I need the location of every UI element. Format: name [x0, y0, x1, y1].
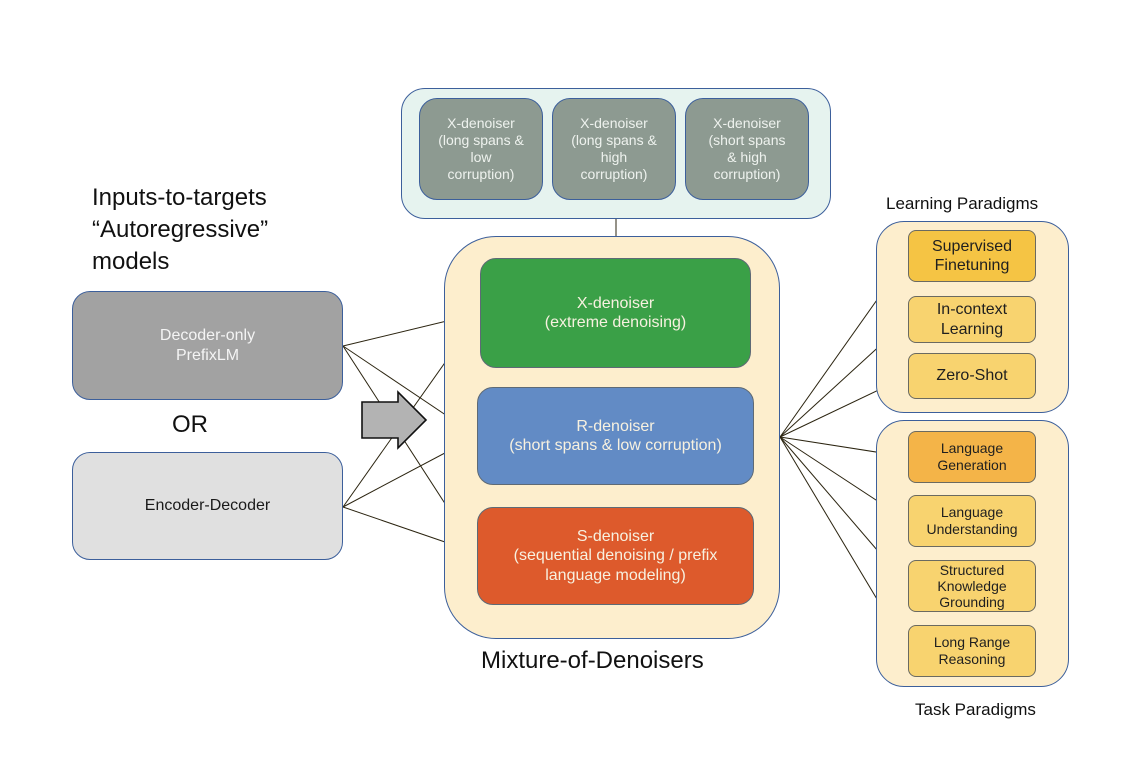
x-denoiser-long-low: X-denoiser (long spans & low corruption): [419, 98, 543, 200]
model-label: Encoder-Decoder: [144, 497, 271, 515]
block-arrow-icon: [361, 390, 428, 450]
paradigm-label: Structured Knowledge Grounding: [937, 561, 1007, 611]
mixture-title: Mixture-of-Denoisers: [481, 647, 704, 674]
zero-shot-box: Zero-Shot: [908, 353, 1036, 399]
long-range-reasoning-box: Long Range Reasoning: [908, 625, 1036, 677]
language-understanding-box: Language Understanding: [908, 495, 1036, 547]
paradigm-label: Zero-Shot: [936, 367, 1008, 385]
denoiser-label: R-denoiser (short spans & low corruption…: [509, 417, 722, 454]
structured-knowledge-grounding-box: Structured Knowledge Grounding: [908, 560, 1036, 612]
paradigm-label: In-context Learning: [936, 301, 1008, 338]
x-denoiser-long-high: X-denoiser (long spans & high corruption…: [552, 98, 676, 200]
x-denoiser-box: X-denoiser (extreme denoising): [480, 258, 751, 368]
denoiser-label: X-denoiser (extreme denoising): [544, 294, 687, 331]
encoder-decoder-box: Encoder-Decoder: [72, 452, 343, 560]
task-paradigms-title: Task Paradigms: [915, 700, 1036, 719]
paradigm-label: Supervised Finetuning: [931, 237, 1013, 274]
paradigm-label: Language Generation: [937, 440, 1007, 473]
x-denoiser-variant-label: X-denoiser (long spans & high corruption…: [571, 115, 657, 182]
s-denoiser-box: S-denoiser (sequential denoising / prefi…: [477, 507, 754, 605]
x-denoiser-variant-label: X-denoiser (long spans & low corruption): [438, 115, 524, 182]
denoiser-label: S-denoiser (sequential denoising / prefi…: [513, 528, 718, 584]
x-denoiser-short-high: X-denoiser (short spans & high corruptio…: [685, 98, 809, 200]
paradigm-label: Language Understanding: [926, 504, 1018, 537]
x-denoiser-variant-label: X-denoiser (short spans & high corruptio…: [708, 115, 786, 182]
decoder-only-prefixlm-box: Decoder-only PrefixLM: [72, 291, 343, 400]
supervised-finetuning-box: Supervised Finetuning: [908, 230, 1036, 282]
r-denoiser-box: R-denoiser (short spans & low corruption…: [477, 387, 754, 485]
or-label: OR: [172, 411, 208, 438]
models-heading: Inputs-to-targets “Autoregressive” model…: [92, 184, 269, 275]
language-generation-box: Language Generation: [908, 431, 1036, 483]
paradigm-label: Long Range Reasoning: [933, 634, 1011, 667]
learning-paradigms-title: Learning Paradigms: [886, 194, 1039, 213]
model-label: Decoder-only PrefixLM: [159, 327, 256, 364]
in-context-learning-box: In-context Learning: [908, 296, 1036, 343]
